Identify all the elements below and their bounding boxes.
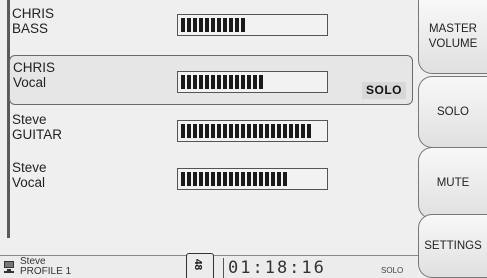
channel-row-4[interactable]: Steve Vocal — [12, 158, 412, 208]
channel-user-name: Steve — [12, 112, 47, 127]
mixer-screen: CHRIS BASS CHRIS Vocal SOLO Steve GUITAR… — [0, 0, 487, 278]
master-volume-button[interactable]: MASTER VOLUME — [418, 0, 487, 74]
channel-row-3[interactable]: Steve GUITAR — [12, 110, 412, 160]
status-bar: Steve PROFILE 1 48 01:18:16 SOLO — [0, 253, 418, 278]
person-computer-icon — [4, 261, 14, 273]
channel-user-name: CHRIS — [13, 60, 56, 75]
side-button-panel: MASTER VOLUME SOLO MUTE SETTINGS — [418, 0, 487, 278]
level-meter-fill — [181, 18, 246, 32]
profile-info[interactable]: Steve PROFILE 1 — [20, 257, 71, 277]
level-meter[interactable] — [177, 71, 328, 93]
level-meter-fill — [181, 124, 313, 138]
channel-user-name: CHRIS — [12, 6, 55, 21]
solo-button[interactable]: SOLO — [418, 76, 487, 148]
channel-instrument: Vocal — [13, 75, 47, 90]
channel-label: Steve GUITAR — [12, 112, 132, 142]
level-meter-fill — [181, 172, 289, 186]
level-meter[interactable] — [177, 120, 328, 142]
channel-instrument: GUITAR — [12, 127, 62, 142]
sample-rate-box: 48 — [186, 253, 214, 278]
sample-rate: 48 — [192, 259, 203, 271]
time-divider — [223, 258, 224, 278]
channel-instrument: Vocal — [12, 175, 46, 190]
level-meter[interactable] — [177, 168, 328, 190]
channel-label: CHRIS BASS — [12, 6, 132, 36]
channel-label: CHRIS Vocal — [13, 60, 133, 90]
mute-button[interactable]: MUTE — [418, 147, 487, 219]
channel-user-name: Steve — [12, 160, 47, 175]
channel-label: Steve Vocal — [12, 160, 132, 190]
solo-badge: SOLO — [362, 82, 406, 99]
profile-label: PROFILE 1 — [20, 266, 72, 277]
channel-instrument: BASS — [12, 21, 49, 36]
left-edge-divider — [7, 0, 10, 238]
time-display: 01:18:16 — [228, 258, 326, 278]
status-mode: SOLO — [381, 266, 404, 275]
level-meter-fill — [181, 75, 264, 89]
level-meter[interactable] — [177, 14, 328, 36]
settings-button[interactable]: SETTINGS — [418, 214, 487, 278]
channel-row-1[interactable]: CHRIS BASS — [12, 4, 412, 54]
channel-row-2[interactable]: CHRIS Vocal SOLO — [9, 55, 413, 105]
